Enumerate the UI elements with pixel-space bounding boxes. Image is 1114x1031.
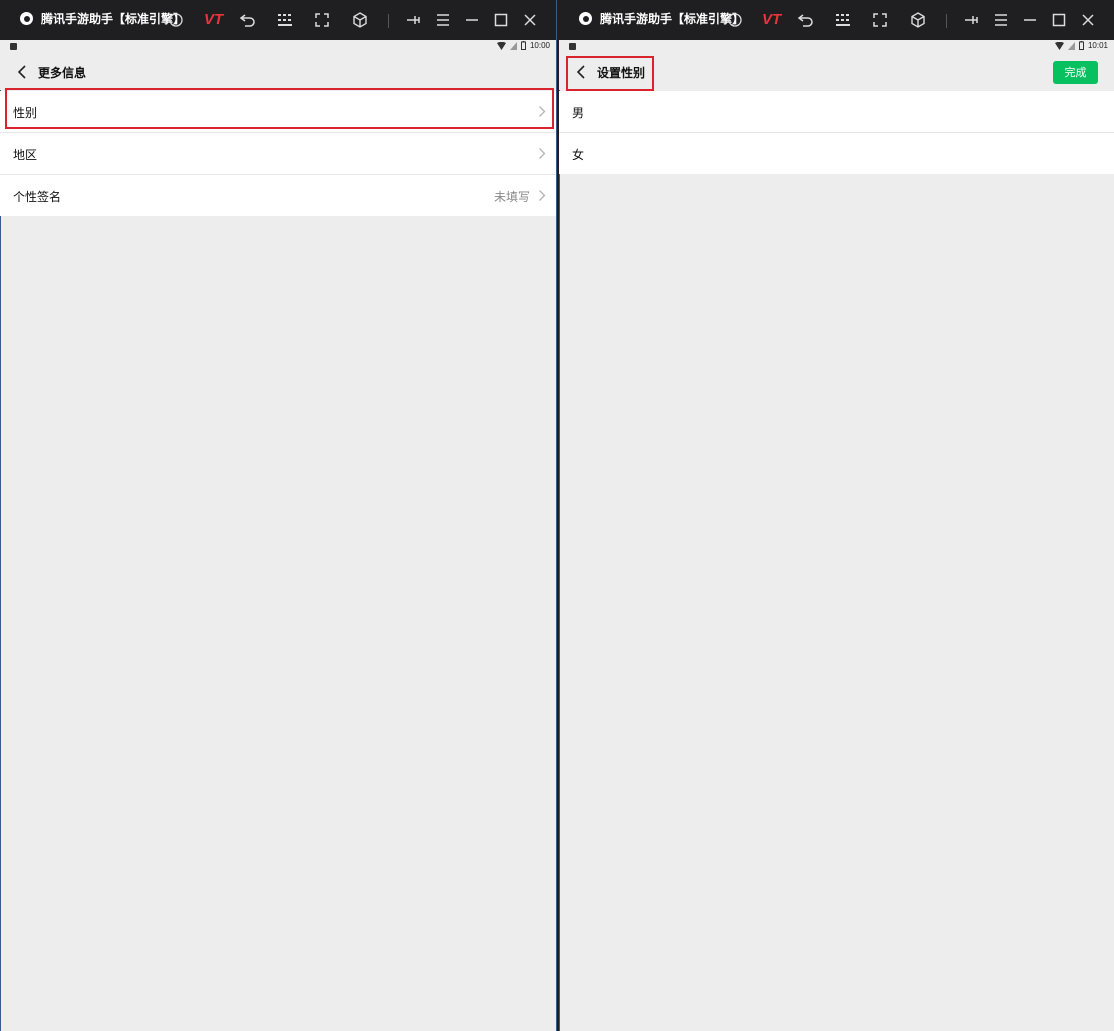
pin-icon[interactable] [961,10,981,30]
more-info-list: 性别 地区 个性签名 未填写 [0,91,556,216]
chevron-right-icon [539,148,546,159]
chevron-right-icon [539,106,546,117]
row-region[interactable]: 地区 [0,133,556,175]
maximize-icon[interactable] [491,10,511,30]
app-logo-icon [20,12,33,25]
cube-icon[interactable] [350,10,370,30]
pin-icon[interactable] [403,10,423,30]
close-icon[interactable] [520,10,540,30]
status-time: 10:01 [1087,41,1108,50]
battery-icon [520,41,526,50]
titlebar-separator [946,14,947,28]
fullscreen-icon[interactable] [312,10,332,30]
page-title: 设置性别 [597,66,646,80]
row-label: 地区 [13,148,38,162]
help-icon[interactable] [725,10,745,30]
back-icon[interactable] [573,63,591,81]
nav-bar: 设置性别 完成 [559,54,1114,90]
status-icons: 10:01 [1054,41,1108,50]
android-status-bar: 10:00 [0,40,556,54]
status-icons: 10:00 [496,41,550,50]
emulator-titlebar: 腾讯手游助手【标准引擎】 VT [0,0,556,40]
status-time: 10:00 [529,41,550,50]
nav-bar: 更多信息 [0,54,556,90]
signal-icon [1067,41,1075,50]
gender-options-list: 男 女 [559,91,1114,174]
undo-icon[interactable] [238,10,258,30]
wifi-icon [1054,41,1064,50]
window-title: 腾讯手游助手【标准引擎】 [41,12,186,26]
left-emulator-window: 腾讯手游助手【标准引擎】 VT 10:00 更多信息 性别 地区 个性签名 未填… [0,0,557,1031]
option-label: 女 [572,148,585,162]
app-logo-icon [579,12,592,25]
right-emulator-window: 腾讯手游助手【标准引擎】 VT 10:01 设置性别 完成 男 女 [559,0,1114,1031]
row-signature[interactable]: 个性签名 未填写 [0,175,556,216]
android-status-bar: 10:01 [559,40,1114,54]
menu-icon[interactable] [433,10,453,30]
row-label: 性别 [13,106,38,120]
row-gender[interactable]: 性别 [0,91,556,133]
undo-icon[interactable] [796,10,816,30]
fullscreen-icon[interactable] [870,10,890,30]
page-title: 更多信息 [38,66,87,80]
help-icon[interactable] [166,10,186,30]
close-icon[interactable] [1078,10,1098,30]
window-title: 腾讯手游助手【标准引擎】 [600,12,745,26]
option-male[interactable]: 男 [559,91,1114,133]
vt-logo[interactable]: VT [762,10,781,30]
titlebar-separator [388,14,389,28]
notification-icon [10,43,17,50]
battery-icon [1078,41,1084,50]
minimize-icon[interactable] [462,10,482,30]
menu-icon[interactable] [991,10,1011,30]
option-label: 男 [572,106,585,120]
option-female[interactable]: 女 [559,133,1114,174]
maximize-icon[interactable] [1049,10,1069,30]
keyboard-icon[interactable] [833,10,853,30]
emulator-titlebar: 腾讯手游助手【标准引擎】 VT [559,0,1114,40]
minimize-icon[interactable] [1020,10,1040,30]
done-button[interactable]: 完成 [1053,61,1098,84]
vt-logo[interactable]: VT [204,10,223,30]
row-label: 个性签名 [13,190,62,204]
row-value: 未填写 [493,190,530,204]
wifi-icon [496,41,506,50]
notification-icon [569,43,576,50]
chevron-right-icon [539,190,546,201]
back-icon[interactable] [14,63,32,81]
signal-icon [509,41,517,50]
cube-icon[interactable] [908,10,928,30]
keyboard-icon[interactable] [275,10,295,30]
